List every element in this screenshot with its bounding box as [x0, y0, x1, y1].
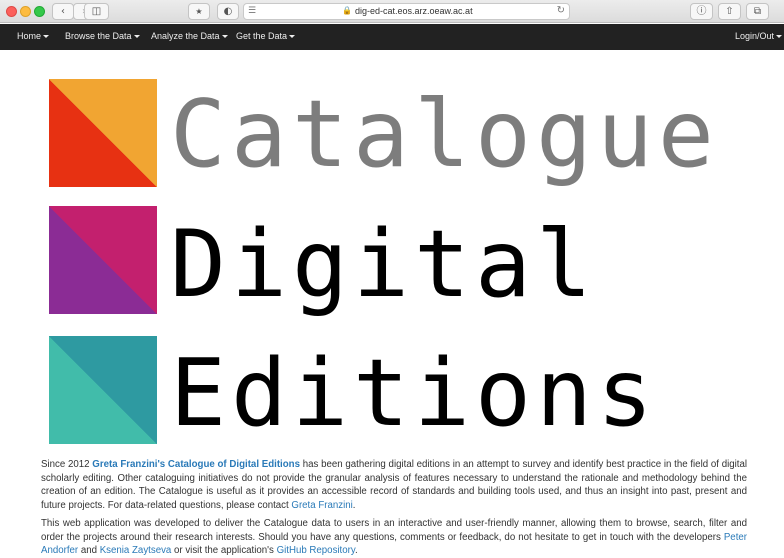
caret-down-icon	[776, 35, 783, 39]
address-bar[interactable]: ☰ 🔒 dig-ed-cat.eos.arz.oeaw.ac.at ↻	[243, 3, 570, 20]
extension-button-2[interactable]: ◐	[217, 3, 239, 20]
logo-square-magenta	[49, 206, 157, 314]
reader-icon[interactable]: ☰	[248, 6, 256, 16]
extension-button[interactable]: ★	[188, 3, 210, 20]
intro-paragraph-1: Since 2012 Greta Franzini's Catalogue of…	[41, 458, 747, 512]
share-icon: ⇧	[725, 6, 734, 17]
tabs-icon: ⧉	[753, 6, 762, 17]
zoom-window-button[interactable]	[34, 6, 45, 17]
sidebar-icon: ◫	[91, 6, 102, 17]
contact-link[interactable]: Greta Franzini	[291, 500, 352, 511]
caret-down-icon	[221, 35, 228, 39]
caret-down-icon	[133, 35, 140, 39]
circle-icon: ◐	[223, 6, 233, 17]
reload-icon[interactable]: ↻	[557, 5, 565, 16]
catalogue-link[interactable]: Greta Franzini's Catalogue of Digital Ed…	[92, 459, 300, 470]
logo-word-catalogue: Catalogue	[170, 80, 719, 188]
intro-paragraph-2: This web application was developed to de…	[41, 517, 747, 558]
minimize-window-button[interactable]	[20, 6, 31, 17]
text: .	[355, 545, 358, 556]
logo-square-teal	[49, 336, 157, 444]
nav-login[interactable]: Login/Out	[735, 31, 783, 41]
star-icon: ★	[195, 7, 203, 16]
chevron-left-icon: ‹	[61, 6, 65, 17]
nav-get-label: Get the Data	[236, 31, 288, 41]
close-window-button[interactable]	[6, 6, 17, 17]
caret-down-icon	[289, 35, 296, 39]
text: Since 2012	[41, 459, 93, 470]
nav-get-data[interactable]: Get the Data	[236, 31, 296, 41]
url-text[interactable]: dig-ed-cat.eos.arz.oeaw.ac.at	[355, 6, 473, 16]
text: or visit the application's	[171, 545, 277, 556]
info-button[interactable]: ⓘ	[690, 3, 713, 20]
github-link[interactable]: GitHub Repository	[277, 545, 355, 556]
tabs-button[interactable]: ⧉	[746, 3, 769, 20]
nav-analyze[interactable]: Analyze the Data	[151, 31, 228, 41]
logo-word-editions: Editions	[170, 339, 658, 447]
nav-browse-label: Browse the Data	[65, 31, 132, 41]
info-icon: ⓘ	[696, 6, 707, 17]
text: and	[78, 545, 100, 556]
back-button[interactable]: ‹	[52, 3, 74, 20]
logo-word-digital: Digital	[170, 210, 597, 318]
logo-square-orange	[49, 79, 157, 187]
developer-link-2[interactable]: Ksenia Zaytseva	[100, 545, 172, 556]
site-navbar: Home Browse the Data Analyze the Data Ge…	[0, 24, 784, 50]
text: .	[352, 499, 356, 511]
nav-login-label: Login/Out	[735, 31, 775, 41]
nav-analyze-label: Analyze the Data	[151, 31, 220, 41]
nav-home[interactable]: Home	[17, 31, 50, 41]
nav-browse[interactable]: Browse the Data	[65, 31, 140, 41]
lock-icon: 🔒	[342, 6, 352, 15]
nav-home-label: Home	[17, 31, 42, 41]
browser-toolbar: ‹ › ◫ ★ ◐ ☰ 🔒 dig-ed-cat.eos.arz.oeaw.ac…	[0, 0, 784, 23]
text: This web application was developed to de…	[41, 518, 747, 543]
sidebar-button[interactable]: ◫	[84, 3, 109, 20]
caret-down-icon	[43, 35, 50, 39]
share-button[interactable]: ⇧	[718, 3, 741, 20]
